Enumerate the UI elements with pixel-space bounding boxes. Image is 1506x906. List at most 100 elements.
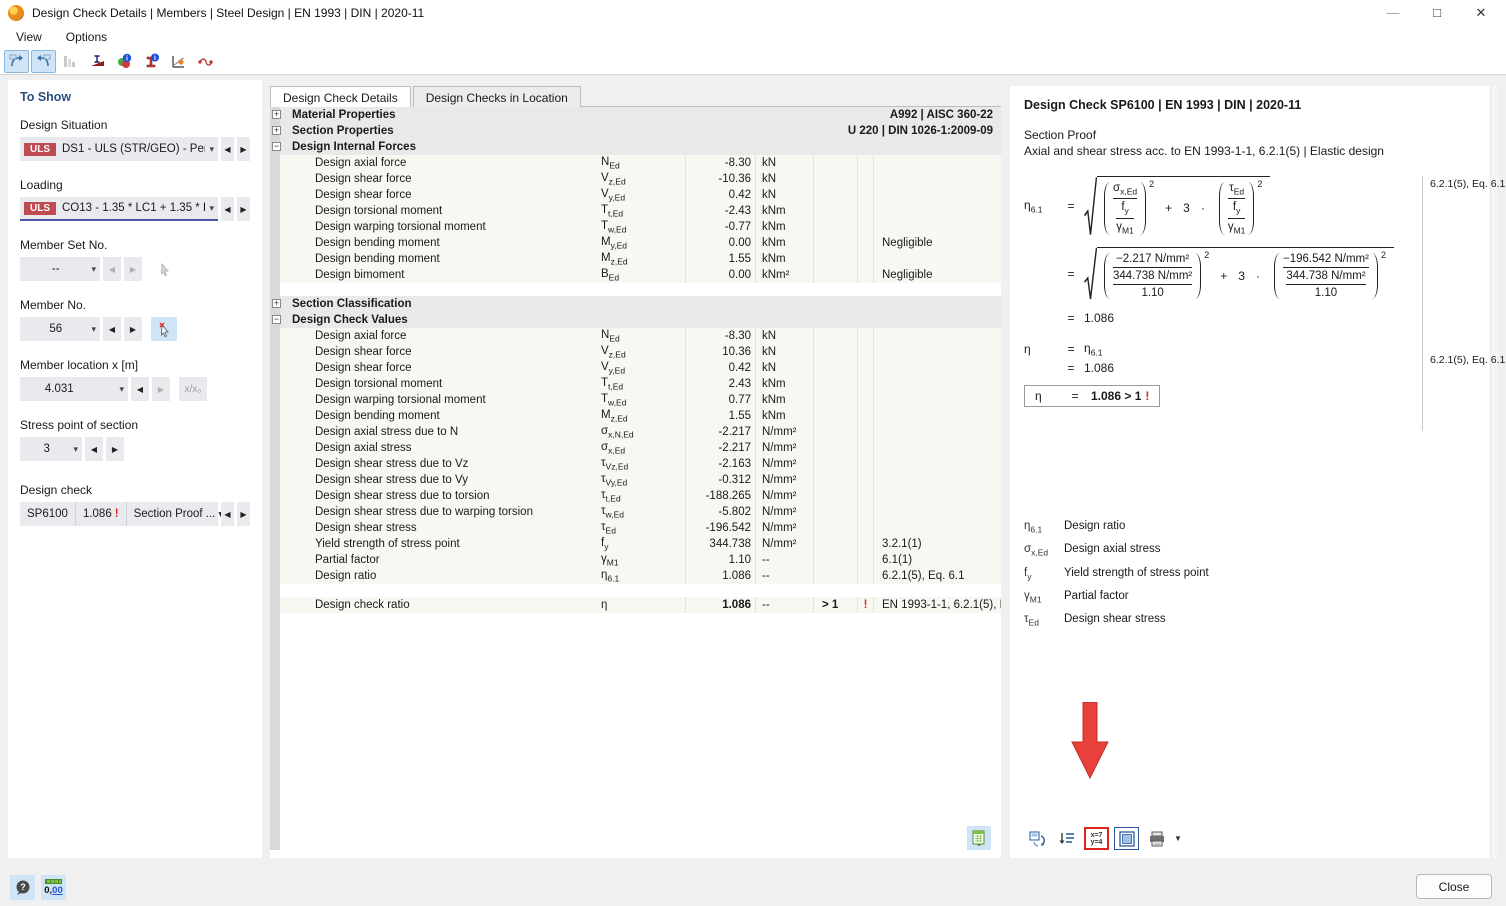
member-location-next[interactable]: ▶: [152, 377, 170, 401]
design-situation-prev[interactable]: ◀: [221, 137, 234, 161]
member-set-next[interactable]: ▶: [124, 257, 142, 281]
tab-design-check-details[interactable]: Design Check Details: [270, 86, 411, 107]
maximize-button[interactable]: □: [1430, 5, 1444, 21]
table-row[interactable]: Yield strength of stress pointfy344.738N…: [280, 536, 1001, 552]
print-button[interactable]: [1144, 827, 1169, 850]
expand-icon[interactable]: +: [272, 110, 281, 119]
section-header-row[interactable]: −Design Check Values: [280, 312, 1001, 328]
table-row[interactable]: Design warping torsional momentTw,Ed0.77…: [280, 392, 1001, 408]
design-check-next[interactable]: ▶: [237, 502, 250, 526]
row-alert: [857, 488, 873, 504]
table-row[interactable]: Design ratioη6.11.086--6.2.1(5), Eq. 6.1: [280, 568, 1001, 584]
row-comparison: [813, 251, 857, 267]
row-unit: kN: [755, 360, 813, 376]
decimal-places-button[interactable]: 0,00: [41, 875, 66, 900]
export-spreadsheet-button[interactable]: [967, 826, 991, 850]
legend-item: τEdDesign shear stress: [1024, 613, 1484, 627]
picture-frame-button[interactable]: [1114, 827, 1139, 850]
expand-icon[interactable]: +: [272, 126, 281, 135]
section-header-row[interactable]: +Section Classification: [280, 296, 1001, 312]
expand-icon[interactable]: +: [272, 299, 281, 308]
table-row[interactable]: Design shear forceVy,Ed0.42kN: [280, 360, 1001, 376]
table-row[interactable]: Design shear forceVz,Ed10.36kN: [280, 344, 1001, 360]
design-check-prev[interactable]: ◀: [221, 502, 234, 526]
table-row[interactable]: Design axial stressσx,Ed-2.217N/mm²: [280, 440, 1001, 456]
table-row[interactable]: Design torsional momentTt,Ed-2.43kNm: [280, 203, 1001, 219]
member-no-combo[interactable]: 56 ▾: [20, 317, 100, 341]
table-row[interactable]: Design shear stress due to VzτVz,Ed-2.16…: [280, 456, 1001, 472]
table-row[interactable]: Design bending momentMy,Ed0.00kNmNegligi…: [280, 235, 1001, 251]
table-row[interactable]: Design shear stress due to VyτVy,Ed-0.31…: [280, 472, 1001, 488]
row-description: Design shear force: [280, 173, 595, 185]
loading-combo[interactable]: ULS CO13 - 1.35 * LC1 + 1.35 * LC... ▾: [20, 197, 218, 221]
row-comparison: [813, 552, 857, 568]
stress-point-icon[interactable]: [85, 50, 110, 73]
show-values-button[interactable]: x=7y=4: [1084, 827, 1109, 850]
table-row[interactable]: Design axial stress due to Nσx,N,Ed-2.21…: [280, 424, 1001, 440]
table-row[interactable]: Design shear forceVz,Ed-10.36kN: [280, 171, 1001, 187]
section-info-icon[interactable]: i: [139, 50, 164, 73]
row-comparison: [813, 376, 857, 392]
member-no-pick-icon[interactable]: [151, 317, 177, 341]
close-button[interactable]: Close: [1416, 874, 1492, 899]
navigate-next-icon[interactable]: [31, 50, 56, 73]
table-row[interactable]: Design bending momentMz,Ed1.55kNm: [280, 251, 1001, 267]
section-header-row[interactable]: +Section PropertiesU 220 | DIN 1026-1:20…: [280, 123, 1001, 139]
table-row[interactable]: Design torsional momentTt,Ed2.43kNm: [280, 376, 1001, 392]
loading-info-icon[interactable]: i: [112, 50, 137, 73]
x-over-x0-button[interactable]: x/x₀: [179, 377, 207, 401]
help-button[interactable]: ?: [10, 875, 35, 900]
collapse-icon[interactable]: −: [272, 142, 281, 151]
design-check-combo[interactable]: SP6100 1.086! Section Proof ...▾: [20, 502, 218, 526]
design-check-ratio-row[interactable]: Design check ratioη1.086--> 1!EN 1993-1-…: [280, 597, 1001, 613]
member-set-pick-icon[interactable]: [151, 257, 177, 281]
scrollbar-track[interactable]: [1490, 86, 1498, 858]
design-situation-next[interactable]: ▶: [237, 137, 250, 161]
design-situation-combo[interactable]: ULS DS1 - ULS (STR/GEO) - Perm... ▾: [20, 137, 218, 161]
table-row[interactable]: Design shear stress due to torsionτt,Ed-…: [280, 488, 1001, 504]
member-set-combo[interactable]: -- ▾: [20, 257, 100, 281]
tab-strip: Design Check Details Design Checks in Lo…: [270, 86, 1001, 107]
table-row[interactable]: Design bending momentMz,Ed1.55kNm: [280, 408, 1001, 424]
tab-design-checks-in-location[interactable]: Design Checks in Location: [413, 86, 581, 107]
member-set-prev[interactable]: ◀: [103, 257, 121, 281]
result-diagram-icon[interactable]: [58, 50, 83, 73]
design-check-diagram-icon[interactable]: [166, 50, 191, 73]
table-row[interactable]: Partial factorγM11.10--6.1(1): [280, 552, 1001, 568]
refresh-view-button[interactable]: [1024, 827, 1049, 850]
table-row[interactable]: Design axial forceNEd-8.30kN: [280, 328, 1001, 344]
table-row[interactable]: Design axial forceNEd-8.30kN: [280, 155, 1001, 171]
menu-view[interactable]: View: [6, 28, 52, 46]
table-row[interactable]: Design shear forceVy,Ed0.42kN: [280, 187, 1001, 203]
loading-label: Loading: [20, 178, 250, 192]
section-title: Section Classification: [292, 298, 412, 310]
section-header-row[interactable]: +Material PropertiesA992 | AISC 360-22: [280, 107, 1001, 123]
member-no-prev[interactable]: ◀: [103, 317, 121, 341]
minimize-button[interactable]: —: [1386, 5, 1400, 21]
main-toolbar: i i: [0, 48, 1506, 75]
table-row[interactable]: Design shear stressτEd-196.542N/mm²: [280, 520, 1001, 536]
loading-prev[interactable]: ◀: [221, 197, 234, 221]
collapse-icon[interactable]: −: [272, 315, 281, 324]
table-row[interactable]: Design bimomentBEd0.00kNm²Negligible: [280, 267, 1001, 283]
menu-options[interactable]: Options: [56, 28, 117, 46]
member-location-prev[interactable]: ◀: [131, 377, 149, 401]
eta-equals-eta61: η = η6.1: [1024, 341, 1484, 357]
row-description: Design bending moment: [280, 410, 595, 422]
section-header-row[interactable]: −Design Internal Forces: [280, 139, 1001, 155]
close-window-button[interactable]: ✕: [1474, 5, 1488, 21]
print-options-caret-icon[interactable]: ▼: [1174, 834, 1182, 843]
navigate-previous-icon[interactable]: [4, 50, 29, 73]
stress-point-prev[interactable]: ◀: [85, 437, 103, 461]
result-curve-icon[interactable]: [193, 50, 218, 73]
loading-next[interactable]: ▶: [237, 197, 250, 221]
stress-point-combo[interactable]: 3 ▾: [20, 437, 82, 461]
radical-icon: [1084, 176, 1097, 237]
member-no-next[interactable]: ▶: [124, 317, 142, 341]
sort-list-button[interactable]: [1054, 827, 1079, 850]
table-row[interactable]: Design shear stress due to warping torsi…: [280, 504, 1001, 520]
stress-point-next[interactable]: ▶: [106, 437, 124, 461]
member-location-combo[interactable]: 4.031 ▾: [20, 377, 128, 401]
row-reference: [873, 360, 1001, 376]
table-row[interactable]: Design warping torsional momentTw,Ed-0.7…: [280, 219, 1001, 235]
